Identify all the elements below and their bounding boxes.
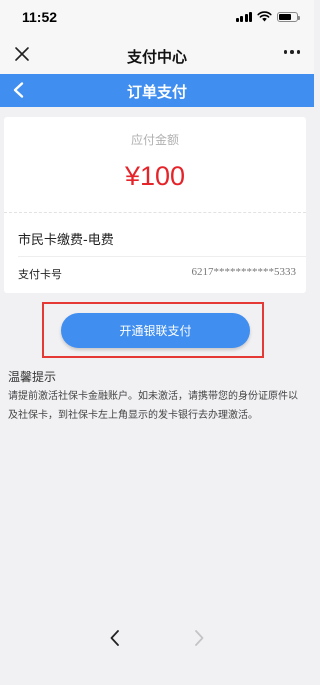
- card-number-value: 6217***********5333: [191, 266, 297, 278]
- status-bar: 11:52: [0, 0, 314, 36]
- tips-text: 请提前激活社保卡金融账户。如未激活，请携带您的身份证原件以及社保卡，到社保卡左上…: [8, 391, 298, 421]
- wifi-icon: [257, 11, 272, 22]
- nav-forward-icon[interactable]: [192, 628, 206, 648]
- card-number-label: 支付卡号: [18, 268, 62, 281]
- order-item-name: 市民卡缴费-电费: [18, 233, 114, 248]
- divider: [18, 256, 306, 257]
- tips-title: 温馨提示: [8, 370, 57, 384]
- nav-back-icon[interactable]: [108, 628, 122, 648]
- bottom-nav: [0, 624, 314, 654]
- status-icons: [235, 11, 300, 22]
- order-card: 应付金额 ¥100 市民卡缴费-电费 支付卡号 6217***********5…: [4, 117, 306, 293]
- battery-icon: [277, 11, 300, 22]
- status-time: 11:52: [22, 9, 58, 25]
- amount-label: 应付金额: [130, 133, 179, 147]
- more-icon[interactable]: [283, 50, 300, 54]
- open-unionpay-button[interactable]: 开通银联支付: [61, 313, 250, 348]
- page-header: 订单支付: [0, 74, 314, 107]
- amount-value: ¥100: [124, 161, 186, 191]
- page-title: 订单支付: [126, 83, 187, 101]
- signal-icon: [235, 11, 252, 22]
- window-title: 支付中心: [126, 48, 187, 66]
- dashed-divider: [4, 212, 306, 213]
- title-bar: 支付中心: [0, 36, 314, 74]
